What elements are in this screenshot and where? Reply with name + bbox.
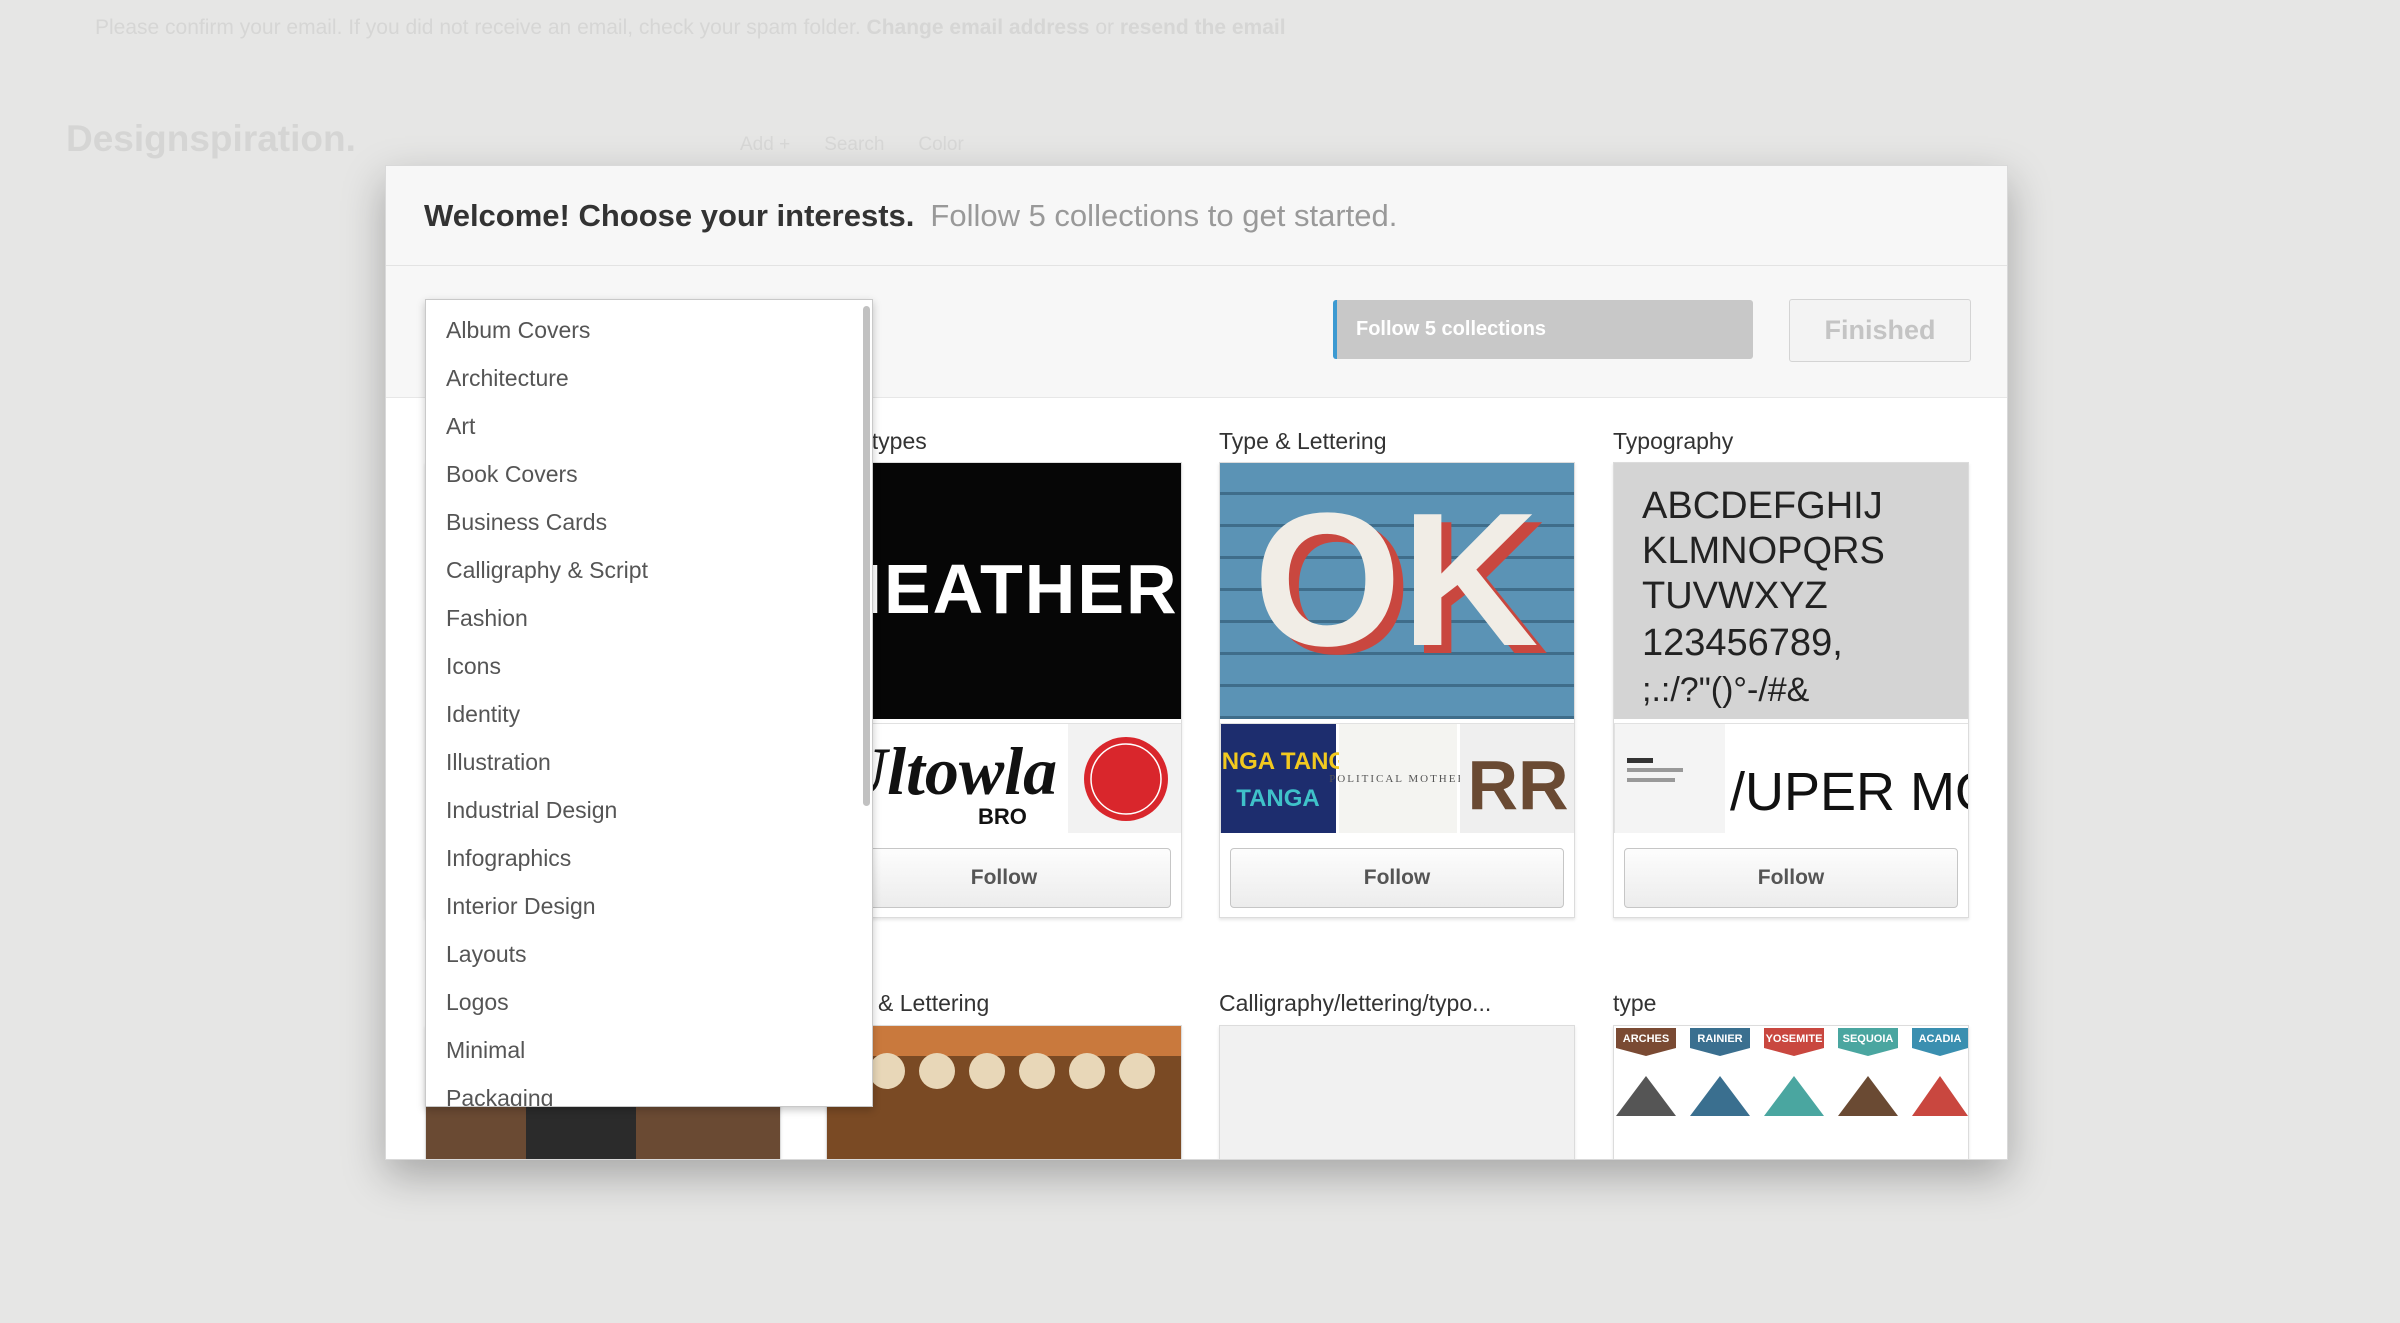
badge-4: SEQUOIA [1843,1033,1894,1045]
collection-card: ARCHES RAINIER YOSEMITE SEQUOIA ACADIA [1613,1025,1969,1159]
change-email-link[interactable]: Change email address [867,16,1090,39]
dropdown-item-album-covers[interactable]: Album Covers [426,306,872,354]
modal-subtitle: Follow 5 collections to get started. [930,197,1398,233]
collection-card [1219,1025,1575,1159]
dropdown-item-industrial-design[interactable]: Industrial Design [426,786,872,834]
alphabet-line-4: 123456789, [1642,622,1843,664]
collection-title: type [1613,990,1657,1016]
collection-card: ABCDEFGHIJ KLMNOPQRS TUVWXYZ 123456789, … [1613,462,1969,918]
background-nav: Add + Search Color [740,134,964,156]
dropdown-scrollbar[interactable] [863,306,870,806]
thumb-text: /UPER MODE [1730,762,1969,822]
dropdown-item-illustration[interactable]: Illustration [426,738,872,786]
main-image-text: OK [1254,474,1539,686]
collection-main-image [827,1026,1181,1159]
follow-button[interactable]: Follow [1230,848,1564,908]
heather-artwork: HEATHER [831,550,1178,628]
collection-thumbnails: /UPER MODE [1614,723,1969,833]
collection-thumbnails: TANGA TANGA TANGA POLITICAL MOTHER RR [1220,723,1574,833]
ok-artwork: OK OK [1220,463,1574,719]
interest-dropdown[interactable]: Album Covers Architecture Art Book Cover… [425,299,873,1107]
thumb-artwork: /UPER MODE [1615,724,1969,833]
main-image-text: HEATHER [831,550,1178,628]
follow-button[interactable]: Follow [1624,848,1958,908]
svg-text:TANGA: TANGA [1236,785,1320,812]
dropdown-item-architecture[interactable]: Architecture [426,354,872,402]
alphabet-artwork: ABCDEFGHIJ KLMNOPQRS TUVWXYZ 123456789, … [1642,485,1885,709]
collection-card: OK OK TANGA TANGA TANGA POLITICAL MOTHER… [1219,462,1575,918]
collection-main-image: ABCDEFGHIJ KLMNOPQRS TUVWXYZ 123456789, … [1614,463,1968,719]
alphabet-line-3: TUVWXYZ [1642,575,1828,617]
dropdown-item-layouts[interactable]: Layouts [426,930,872,978]
thumb-artwork: Ultowla BRO [838,724,1181,833]
dropdown-item-packaging[interactable]: Packaging [426,1074,872,1106]
dropdown-item-minimal[interactable]: Minimal [426,1026,872,1074]
thumb-right-text: RR [1467,746,1568,824]
dropdown-item-book-covers[interactable]: Book Covers [426,450,872,498]
follow-progress-bar: Follow 5 collections [1333,300,1753,359]
follow-button[interactable]: Follow [837,848,1171,908]
collection-main-image: HEATHER [827,463,1181,719]
badge-2: RAINIER [1697,1033,1742,1045]
dropdown-item-calligraphy-script[interactable]: Calligraphy & Script [426,546,872,594]
badge-3: YOSEMITE [1766,1033,1823,1045]
notice-text: Please confirm your email. If you did no… [95,16,861,39]
dropdown-item-icons[interactable]: Icons [426,642,872,690]
dropdown-item-art[interactable]: Art [426,402,872,450]
collection-thumbnails: Ultowla BRO [827,723,1181,833]
nav-search: Search [824,134,885,155]
badge-5: ACADIA [1919,1033,1962,1045]
interests-modal: Welcome! Choose your interests. Follow 5… [385,165,2008,1160]
nav-color: Color [918,134,964,155]
thumb-sub-text: BRO [978,804,1027,829]
dropdown-item-infographics[interactable]: Infographics [426,834,872,882]
site-logo: Designspiration. [66,118,356,159]
email-confirm-notice: Please confirm your email. If you did no… [95,16,1286,40]
badges-artwork: ARCHES RAINIER YOSEMITE SEQUOIA ACADIA [1614,1026,1968,1159]
dropdown-item-identity[interactable]: Identity [426,690,872,738]
alphabet-line-2: KLMNOPQRS [1642,530,1885,572]
finished-button[interactable]: Finished [1789,299,1971,362]
modal-title: Welcome! Choose your interests. [424,197,915,233]
badge-1: ARCHES [1623,1033,1669,1045]
collection-card [826,1025,1182,1159]
alphabet-line-1: ABCDEFGHIJ [1642,485,1883,527]
collection-main-image: OK OK [1220,463,1574,719]
collection-title: & Lettering [878,990,990,1016]
alphabet-line-5: ;.:/?"()°-/#& [1642,671,1810,709]
modal-header: Welcome! Choose your interests. Follow 5… [386,166,2007,266]
collection-title: Type & Lettering [1219,428,1387,454]
dropdown-item-business-cards[interactable]: Business Cards [426,498,872,546]
dropdown-item-interior-design[interactable]: Interior Design [426,882,872,930]
progress-label: Follow 5 collections [1356,318,1547,340]
resend-email-link[interactable]: resend the email [1120,16,1286,39]
notice-or: or [1095,16,1114,39]
nav-add: Add + [740,134,791,155]
thumb-mid-text: POLITICAL MOTHER [1329,773,1467,785]
collection-title: Calligraphy/lettering/typo... [1219,990,1492,1016]
thumb-artwork: TANGA TANGA TANGA POLITICAL MOTHER RR [1221,724,1574,833]
collection-card: HEATHER Ultowla BRO Follow [826,462,1182,918]
dropdown-item-logos[interactable]: Logos [426,978,872,1026]
dropdown-item-fashion[interactable]: Fashion [426,594,872,642]
collection-title: Typography [1613,428,1734,454]
